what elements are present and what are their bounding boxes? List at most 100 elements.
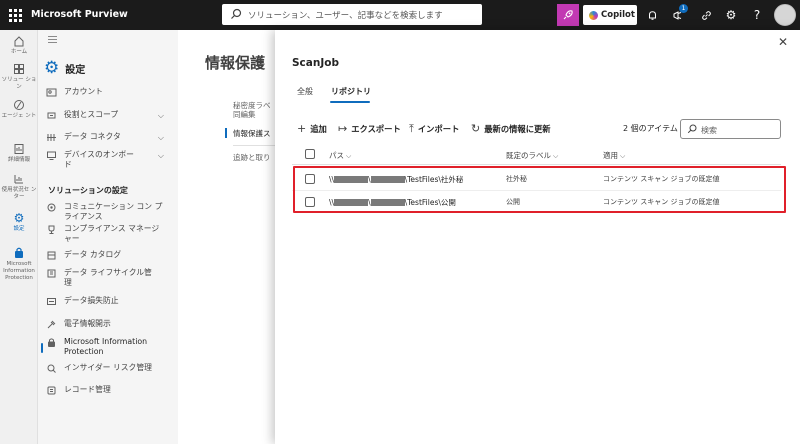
main-nav-item[interactable]: 情報保護ス bbox=[233, 129, 278, 138]
plus-icon: + bbox=[297, 122, 307, 135]
chevron-down-icon: ⌵ bbox=[157, 111, 164, 120]
rail-label: エージェ ント bbox=[1, 113, 37, 119]
account-icon bbox=[46, 88, 57, 97]
column-header-apply[interactable]: 適用 ⌵ bbox=[603, 150, 625, 161]
rail-label: ホーム bbox=[10, 49, 28, 55]
main-nav-item[interactable]: 同編集 bbox=[233, 110, 278, 119]
agents-icon bbox=[14, 100, 24, 110]
main-active-indicator bbox=[225, 128, 227, 138]
rail-item-agents[interactable]: エージェ ント bbox=[0, 98, 38, 120]
sidebar-item-roles[interactable]: 役割とスコープ ⌵ bbox=[46, 110, 172, 121]
sidebar-item-dlp[interactable]: データ損失防止 bbox=[46, 296, 172, 307]
communication-compliance-icon bbox=[47, 203, 56, 212]
column-header-default-label[interactable]: 既定のラベル ⌵ bbox=[506, 150, 558, 161]
device-icon bbox=[47, 151, 56, 160]
sidebar-item-microsoft-information-protection[interactable]: Microsoft Information Protection bbox=[46, 337, 172, 357]
learn-icon bbox=[14, 144, 24, 154]
rail-item-home[interactable]: ホーム bbox=[0, 34, 38, 56]
bell-icon[interactable] bbox=[642, 5, 662, 25]
coach-button[interactable] bbox=[557, 4, 579, 26]
gear-icon[interactable]: ⚙ bbox=[721, 5, 741, 25]
chevron-down-icon: ⌵ bbox=[553, 152, 559, 160]
item-count: 2 個のアイテム bbox=[623, 124, 678, 133]
rail-item-solutions[interactable]: ソリュー ション bbox=[0, 62, 38, 91]
page-title: 情報保護 bbox=[205, 54, 266, 72]
settings-sidebar: ⚙ 設定 アカウント 役割とスコープ ⌵ データ コネクタ ⌵ デバイスのオンボ… bbox=[38, 30, 178, 444]
main-nav-item[interactable]: 秘密度ラベ bbox=[233, 101, 278, 110]
left-rail: ホーム ソリュー ション エージェ ント 詳細情報 使用状況セ ンター ⚙ 設定… bbox=[0, 30, 38, 444]
collapse-menu-icon[interactable] bbox=[48, 36, 57, 43]
search-placeholder: 検索 bbox=[701, 126, 717, 135]
insider-risk-icon bbox=[47, 364, 56, 373]
search-placeholder: ソリューション、ユーザー、記事などを検索します bbox=[248, 11, 443, 21]
rail-item-settings[interactable]: ⚙ 設定 bbox=[0, 211, 38, 233]
tab-general[interactable]: 全般 bbox=[297, 86, 313, 97]
app-title[interactable]: Microsoft Purview bbox=[31, 9, 128, 20]
app-launcher-icon[interactable] bbox=[8, 8, 22, 22]
import-icon: ⤒ bbox=[409, 122, 414, 135]
divider bbox=[233, 145, 278, 146]
select-all-checkbox[interactable] bbox=[305, 149, 315, 159]
rail-item-usage-center[interactable]: 使用状況セ ンター bbox=[0, 172, 38, 201]
close-icon[interactable]: ✕ bbox=[778, 35, 788, 49]
copilot-icon bbox=[589, 10, 598, 20]
copilot-label: Copilot bbox=[601, 10, 635, 20]
connector-icon bbox=[47, 134, 56, 141]
import-button[interactable]: ⤒ インポート bbox=[409, 122, 459, 136]
sidebar-item-account[interactable]: アカウント bbox=[46, 87, 172, 98]
settings-icon: ⚙ bbox=[13, 211, 25, 225]
link-icon[interactable] bbox=[696, 5, 716, 25]
rail-label: ソリュー ション bbox=[1, 77, 37, 90]
rail-label: 詳細情報 bbox=[7, 157, 30, 163]
lifecycle-icon bbox=[47, 269, 56, 278]
tab-repositories[interactable]: リポジトリ bbox=[331, 86, 371, 97]
help-icon[interactable]: ? bbox=[747, 5, 767, 25]
sidebar-item-connectors[interactable]: データ コネクタ ⌵ bbox=[46, 132, 172, 143]
chevron-down-icon: ⌵ bbox=[620, 152, 626, 160]
avatar[interactable] bbox=[774, 4, 796, 26]
rail-label: 設定 bbox=[13, 226, 25, 232]
rail-label: 使用状況セ ンター bbox=[1, 187, 37, 200]
sidebar-item-data-catalog[interactable]: データ カタログ bbox=[46, 250, 172, 261]
sidebar-title: ⚙ 設定 bbox=[44, 58, 86, 78]
rail-label: Microsoft Information Protection bbox=[3, 261, 35, 281]
chevron-down-icon: ⌵ bbox=[157, 151, 164, 160]
chevron-down-icon: ⌵ bbox=[157, 133, 164, 142]
notification-badge: 1 bbox=[679, 4, 688, 13]
top-bar: Microsoft Purview ソリューション、ユーザー、記事などを検索しま… bbox=[0, 0, 800, 30]
usage-center-icon bbox=[14, 175, 23, 184]
global-search-input[interactable]: ソリューション、ユーザー、記事などを検索します bbox=[222, 4, 482, 25]
main-nav-item[interactable]: 追跡と取り bbox=[233, 153, 278, 162]
settings-gear-icon: ⚙ bbox=[44, 58, 60, 78]
roles-icon bbox=[47, 112, 56, 119]
refresh-icon: ↻ bbox=[471, 122, 481, 135]
home-icon bbox=[14, 36, 24, 47]
refresh-button[interactable]: ↻ 最新の情報に更新 bbox=[471, 122, 551, 135]
sidebar-item-ediscovery[interactable]: 電子情報開示 bbox=[46, 319, 172, 330]
scanjob-panel: ✕ ScanJob 全般 リポジトリ + 追加 ↦ エクスポート ⤒ インポート… bbox=[275, 30, 800, 444]
sidebar-item-records[interactable]: レコード管理 bbox=[46, 385, 172, 396]
rail-item-information-protection[interactable]: Microsoft Information Protection bbox=[0, 246, 38, 282]
copilot-button[interactable]: Copilot bbox=[583, 5, 637, 25]
sidebar-item-data-lifecycle[interactable]: データ ライフサイクル管 理 bbox=[46, 268, 172, 288]
sidebar-item-insider-risk[interactable]: インサイダー リスク管理 bbox=[46, 363, 172, 374]
column-header-path[interactable]: パス ⌵ bbox=[329, 150, 351, 161]
information-protection-icon bbox=[15, 247, 23, 258]
compliance-manager-icon bbox=[48, 225, 55, 234]
search-icon bbox=[687, 124, 697, 134]
chevron-down-icon: ⌵ bbox=[346, 152, 352, 160]
rail-item-learn[interactable]: 詳細情報 bbox=[0, 142, 38, 164]
sidebar-item-compliance-manager[interactable]: コンプライアンス マネージ ャー bbox=[46, 224, 172, 244]
ediscovery-icon bbox=[47, 320, 56, 329]
export-button[interactable]: ↦ エクスポート bbox=[338, 122, 401, 135]
sidebar-section-title: ソリューションの設定 bbox=[48, 186, 128, 195]
repository-search-input[interactable]: 検索 bbox=[680, 119, 781, 139]
solutions-icon bbox=[14, 64, 24, 74]
export-icon: ↦ bbox=[338, 122, 348, 135]
sidebar-item-communication-compliance[interactable]: コミュニケーション コン プライアンス bbox=[46, 202, 172, 222]
add-button[interactable]: + 追加 bbox=[297, 122, 327, 135]
rocket-icon bbox=[563, 10, 573, 20]
active-indicator bbox=[41, 343, 43, 353]
dlp-icon bbox=[47, 298, 56, 305]
sidebar-item-device-onboarding[interactable]: デバイスのオンボー ド ⌵ bbox=[46, 150, 172, 170]
